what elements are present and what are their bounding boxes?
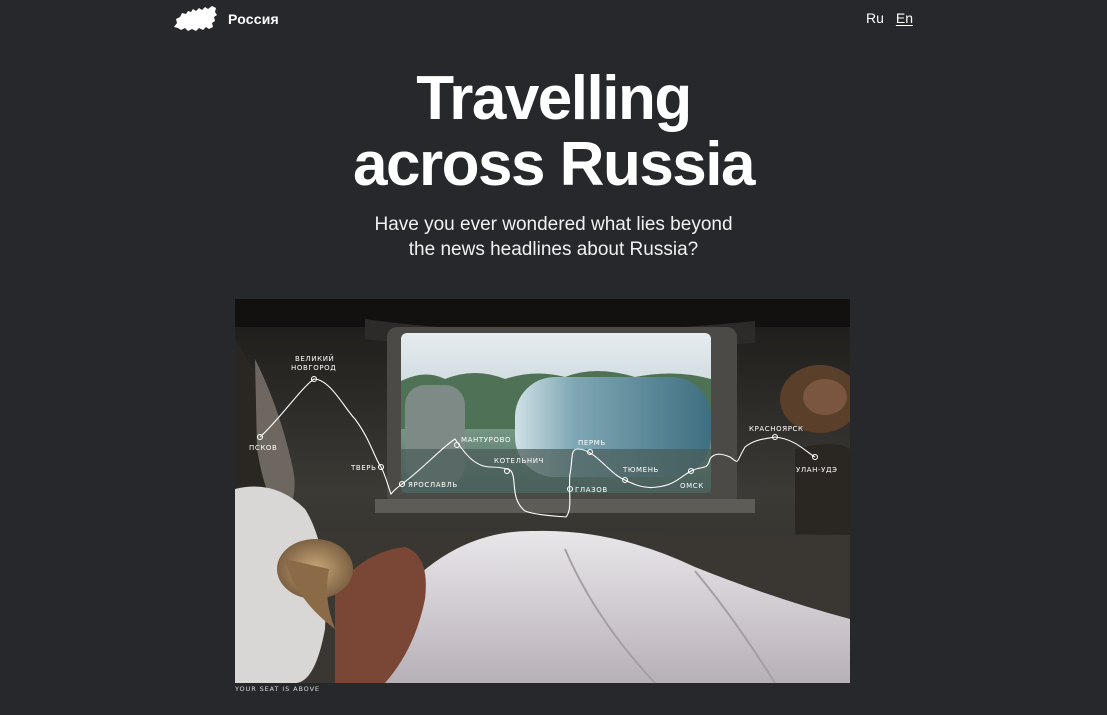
page-title: Travelling across Russia	[0, 66, 1107, 198]
language-switcher: Ru En	[866, 10, 913, 26]
train-compartment-illustration: ПСКОВ ВЕЛИКИЙ НОВГОРОД ТВЕРЬ ЯРОСЛАВЛЬ М…	[235, 299, 850, 683]
subtitle-line-2: the news headlines about Russia?	[408, 239, 699, 260]
lang-ru-link[interactable]: Ru	[866, 10, 884, 26]
stop-label: ОМСК	[680, 482, 704, 490]
stop-label: ВЕЛИКИЙ	[295, 354, 334, 363]
home-logo-link[interactable]: Россия	[172, 3, 279, 35]
stop-label: УЛАН-УДЭ	[796, 466, 838, 474]
title-line-1: Travelling	[416, 64, 692, 133]
stop-label: ТВЕРЬ	[350, 464, 377, 472]
title-line-2: across Russia	[353, 130, 755, 199]
stop-label: ЯРОСЛАВЛЬ	[408, 481, 458, 489]
subtitle-line-1: Have you ever wondered what lies beyond	[374, 214, 733, 235]
stop-label: ПСКОВ	[249, 444, 277, 452]
logo-text: Россия	[228, 11, 279, 27]
site-header: Россия Ru En	[0, 0, 1107, 40]
stop-label: МАНТУРОВО	[461, 436, 511, 444]
hero-photo: ПСКОВ ВЕЛИКИЙ НОВГОРОД ТВЕРЬ ЯРОСЛАВЛЬ М…	[235, 299, 850, 683]
stop-label: НОВГОРОД	[291, 364, 336, 372]
page-subtitle: Have you ever wondered what lies beyond …	[0, 212, 1107, 262]
stop-label: ТЮМЕНЬ	[622, 466, 659, 474]
stop-label: ПЕРМЬ	[578, 439, 606, 447]
lang-en-link[interactable]: En	[896, 10, 913, 26]
stop-label: КРАСНОЯРСК	[749, 425, 804, 433]
russia-map-icon	[174, 6, 217, 31]
stop-label: КОТЕЛЬНИЧ	[494, 457, 544, 465]
photo-caption: YOUR SEAT IS ABOVE	[235, 685, 320, 693]
page: Россия Ru En Travelling across Russia Ha…	[0, 0, 1107, 715]
stop-label: ГЛАЗОВ	[575, 486, 608, 494]
